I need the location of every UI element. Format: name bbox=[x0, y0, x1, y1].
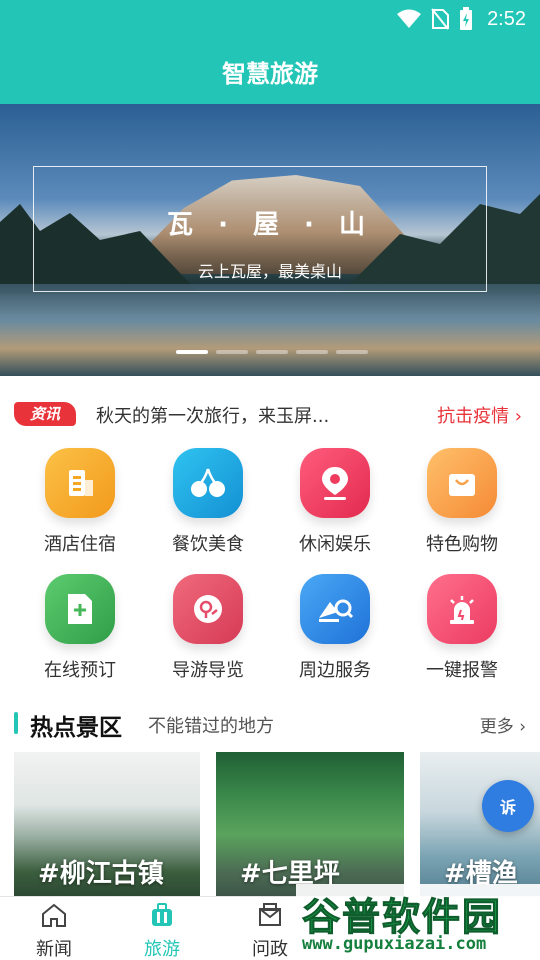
grid-item-leisure[interactable]: 休闲娱乐 bbox=[270, 448, 400, 556]
grid-item-dining[interactable]: 餐饮美食 bbox=[143, 448, 273, 556]
shopping-bag-icon bbox=[427, 448, 497, 518]
grid-item-guide[interactable]: 导游导览 bbox=[143, 574, 273, 682]
grid-item-booking[interactable]: 在线预订 bbox=[15, 574, 145, 682]
carousel-dot[interactable] bbox=[256, 350, 288, 354]
grid-item-label: 休闲娱乐 bbox=[299, 534, 371, 555]
status-time: 2:52 bbox=[487, 7, 526, 30]
section-subtitle: 不能错过的地方 bbox=[148, 716, 274, 737]
wifi-icon bbox=[397, 9, 422, 28]
grid-item-label: 周边服务 bbox=[299, 660, 371, 681]
grid-item-label: 酒店住宿 bbox=[44, 534, 116, 555]
no-sim-icon bbox=[431, 8, 450, 30]
hot-spots-header: 热点景区 不能错过的地方 更多 › bbox=[14, 708, 526, 741]
grid-item-surroundings[interactable]: 周边服务 bbox=[270, 574, 400, 682]
banner-subtitle: 云上瓦屋，最美桌山 bbox=[197, 262, 342, 281]
scenic-card-label: #柳江古镇 bbox=[38, 859, 164, 889]
grid-item-alarm[interactable]: 一键报警 bbox=[397, 574, 527, 682]
location-pin-icon bbox=[300, 448, 370, 518]
complaint-button-label: 诉 bbox=[499, 798, 516, 817]
watermark-title: 谷普软件园 bbox=[301, 895, 503, 940]
section-accent-bar bbox=[14, 712, 18, 734]
carousel-dot[interactable] bbox=[176, 350, 208, 354]
grid-item-shopping[interactable]: 特色购物 bbox=[397, 448, 527, 556]
watermark-url: www.gupuxiazai.com bbox=[302, 934, 487, 954]
grid-item-label: 在线预订 bbox=[44, 660, 116, 681]
mail-icon bbox=[259, 903, 281, 926]
news-headline[interactable]: 秋天的第一次旅行，来玉屏... bbox=[96, 402, 329, 428]
grid-item-label: 导游导览 bbox=[172, 660, 244, 681]
scenic-card[interactable]: #柳江古镇 bbox=[14, 752, 200, 902]
carousel-dot[interactable] bbox=[336, 350, 368, 354]
carousel-dot[interactable] bbox=[296, 350, 328, 354]
scenic-card[interactable]: #七里坪 bbox=[216, 752, 404, 902]
hotel-building-icon bbox=[45, 448, 115, 518]
more-link[interactable]: 更多 › bbox=[480, 712, 526, 737]
suitcase-icon bbox=[152, 903, 172, 926]
add-document-icon bbox=[45, 574, 115, 644]
cherry-icon bbox=[173, 448, 243, 518]
grid-item-hotel[interactable]: 酒店住宿 bbox=[15, 448, 145, 556]
guide-pin-icon bbox=[173, 574, 243, 644]
tab-label: 新闻 bbox=[36, 939, 72, 960]
section-title: 热点景区 bbox=[30, 715, 122, 741]
tab-label: 旅游 bbox=[144, 939, 180, 960]
complaint-button[interactable]: 诉 bbox=[482, 780, 534, 832]
news-badge: 资讯 bbox=[14, 402, 76, 426]
banner-title: 瓦 · 屋 · 山 bbox=[167, 210, 373, 240]
page-title: 智慧旅游 bbox=[222, 60, 318, 88]
banner-carousel[interactable]: 瓦 · 屋 · 山 云上瓦屋，最美桌山 bbox=[0, 104, 540, 376]
grid-item-label: 特色购物 bbox=[426, 534, 498, 555]
carousel-indicators bbox=[176, 350, 368, 354]
alarm-siren-icon bbox=[427, 574, 497, 644]
news-ticker[interactable]: 资讯 秋天的第一次旅行，来玉屏... 抗击疫情 › bbox=[0, 394, 540, 434]
app-header: 2:52 智慧旅游 bbox=[0, 0, 540, 104]
home-icon bbox=[42, 903, 66, 927]
tab-tourism[interactable]: 旅游 bbox=[108, 901, 216, 960]
grid-item-label: 餐饮美食 bbox=[172, 534, 244, 555]
battery-icon bbox=[460, 7, 473, 30]
watermark: 谷普软件园 www.gupuxiazai.com bbox=[296, 884, 540, 960]
grid-item-label: 一键报警 bbox=[426, 660, 498, 681]
status-bar: 2:52 bbox=[397, 6, 526, 32]
epidemic-link[interactable]: 抗击疫情 › bbox=[437, 402, 522, 428]
tab-news[interactable]: 新闻 bbox=[0, 901, 108, 960]
surrounding-search-icon bbox=[300, 574, 370, 644]
carousel-dot[interactable] bbox=[216, 350, 248, 354]
banner-lake bbox=[0, 284, 540, 376]
